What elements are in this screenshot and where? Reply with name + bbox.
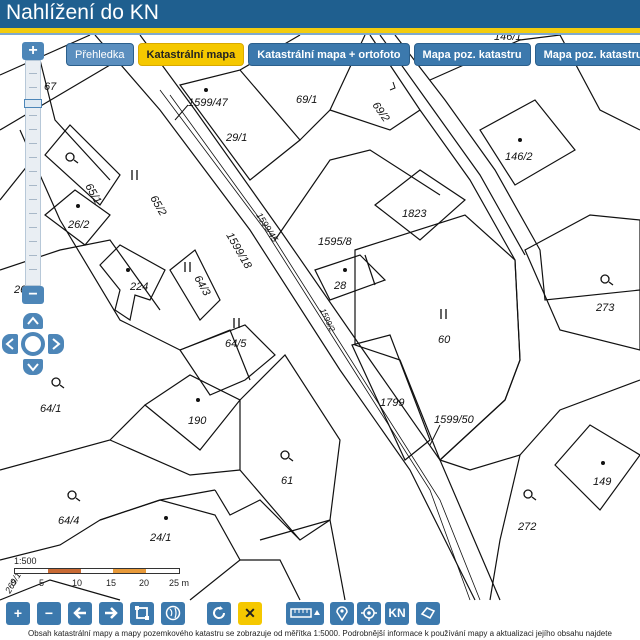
parcel-69-1: 69/1	[296, 94, 317, 106]
forward-button[interactable]	[99, 602, 123, 625]
parcel-64-4: 64/4	[58, 515, 79, 527]
chevron-right-icon	[52, 338, 61, 350]
scale-bar-graphic	[14, 568, 180, 574]
cadastral-map[interactable]: 1599/47 29/1 69/1 69/2 67 146/2 65/1 65/…	[0, 35, 640, 601]
measure-icon	[290, 608, 320, 618]
back-arrow-icon	[73, 607, 86, 619]
pan-center-button[interactable]	[21, 332, 45, 356]
parcel-28: 28	[333, 280, 347, 292]
parcel-64-5: 64/5	[225, 338, 247, 350]
chevron-down-icon	[27, 363, 39, 372]
scale-label: 15	[106, 578, 117, 588]
info-icon	[420, 607, 436, 620]
measure-button[interactable]	[286, 602, 324, 625]
parcel-69-2: 69/2	[370, 100, 392, 124]
parcel-61: 61	[281, 475, 293, 487]
tab-mapa-poz-katastru[interactable]: Mapa poz. katastru	[413, 43, 531, 66]
parcel-65-2: 65/2	[147, 194, 168, 219]
tab-mapa-poz-katastru-ortofoto[interactable]: Mapa poz. katastru + o	[534, 43, 640, 66]
gps-icon	[336, 606, 348, 621]
header-bar: Nahlížení do KN	[0, 0, 640, 28]
pasture-symbols	[131, 170, 447, 328]
parcel-1599-2: 1599/2	[318, 307, 337, 333]
parcel-64-3: 64/3	[191, 274, 213, 299]
app-title: Nahlížení do KN	[6, 1, 159, 24]
map-toolbar: + − ✕ KN	[0, 601, 640, 627]
scale-labels: 0 5 10 15 20 25 m	[8, 578, 198, 590]
select-area-button[interactable]	[130, 602, 154, 625]
scale-label: 0	[11, 578, 17, 588]
gps-button[interactable]	[330, 602, 354, 625]
parcel-190: 190	[188, 415, 207, 427]
parcel-1595-8: 1595/8	[318, 236, 353, 248]
scale-label: 5	[39, 578, 45, 588]
zoom-out-button[interactable]: −	[22, 286, 44, 304]
tab-katastralni-mapa[interactable]: Katastrální mapa	[137, 43, 245, 66]
tab-katastralni-mapa-ortofoto[interactable]: Katastrální mapa + ortofoto	[248, 43, 410, 66]
pan-right-button[interactable]	[48, 334, 64, 354]
locate-icon	[361, 605, 377, 621]
pan-left-button[interactable]	[2, 334, 18, 354]
scale-label: 25 m	[169, 578, 190, 588]
scale-bar: 1:500 0 5 10 15 20 25 m	[8, 556, 198, 596]
locate-button[interactable]	[357, 602, 381, 625]
chevron-up-icon	[27, 316, 39, 325]
parcel-224: 224	[129, 281, 148, 293]
zoom-in-button[interactable]: +	[22, 42, 44, 60]
parcel-60: 60	[438, 334, 451, 346]
globe-icon	[165, 605, 181, 621]
close-button[interactable]: ✕	[238, 602, 262, 625]
zoom-slider-handle[interactable]	[24, 99, 42, 108]
pan-up-button[interactable]	[23, 313, 43, 329]
parcel-146-2: 146/2	[505, 151, 533, 163]
road-edge-left	[94, 35, 476, 601]
tab-prehledka[interactable]: Přehledka	[66, 43, 134, 66]
parcel-1799: 1799	[380, 397, 404, 409]
zoom-slider-track[interactable]	[24, 60, 42, 286]
footer-note: Obsah katastrální mapy a mapy pozemkovéh…	[0, 627, 640, 640]
kn-button[interactable]: KN	[385, 602, 409, 625]
parcel-64-1: 64/1	[40, 403, 61, 415]
scale-label: 20	[139, 578, 150, 588]
parcel-1823: 1823	[402, 208, 427, 220]
parcel-149: 149	[593, 476, 611, 488]
info-button[interactable]	[416, 602, 440, 625]
parcel-1599-47: 1599/47	[188, 97, 229, 109]
parcel-146-1: 146/1	[494, 35, 522, 43]
parcel-273: 273	[595, 302, 615, 314]
zoom-in-tool-button[interactable]: +	[6, 602, 30, 625]
parcel-29-1: 29/1	[225, 132, 247, 144]
map-type-tabs: Přehledka Katastrální mapa Katastrální m…	[66, 43, 640, 66]
pan-control	[2, 313, 64, 375]
pan-down-button[interactable]	[23, 359, 43, 375]
app-window: Nahlížení do KN 1599/47 29/1 69/1 69/2 6…	[0, 0, 640, 640]
map-canvas[interactable]: 1599/47 29/1 69/1 69/2 67 146/2 65/1 65/…	[0, 35, 640, 601]
parcel-67: 67	[44, 81, 57, 93]
parcel-1599-50: 1599/50	[434, 414, 475, 426]
select-area-icon	[135, 606, 149, 620]
forward-arrow-icon	[105, 607, 118, 619]
parcel-65-1: 65/1	[82, 182, 103, 207]
chevron-left-icon	[5, 338, 14, 350]
parcel-24-1: 24/1	[149, 532, 171, 544]
scale-label: 10	[72, 578, 83, 588]
refresh-icon	[213, 606, 226, 619]
parcel-1599-45: 1599/45	[254, 211, 280, 245]
refresh-button[interactable]	[207, 602, 231, 625]
back-button[interactable]	[68, 602, 92, 625]
globe-button[interactable]	[161, 602, 185, 625]
parcel-26-2: 26/2	[67, 219, 89, 231]
parcel-1599-18: 1599/18	[223, 231, 254, 272]
scale-ratio: 1:500	[14, 556, 37, 566]
parcel-labels: 1599/47 29/1 69/1 69/2 67 146/2 65/1 65/…	[3, 35, 616, 596]
zoom-control: + −	[22, 42, 44, 304]
zoom-out-tool-button[interactable]: −	[37, 602, 61, 625]
parcel-272: 272	[517, 521, 536, 533]
